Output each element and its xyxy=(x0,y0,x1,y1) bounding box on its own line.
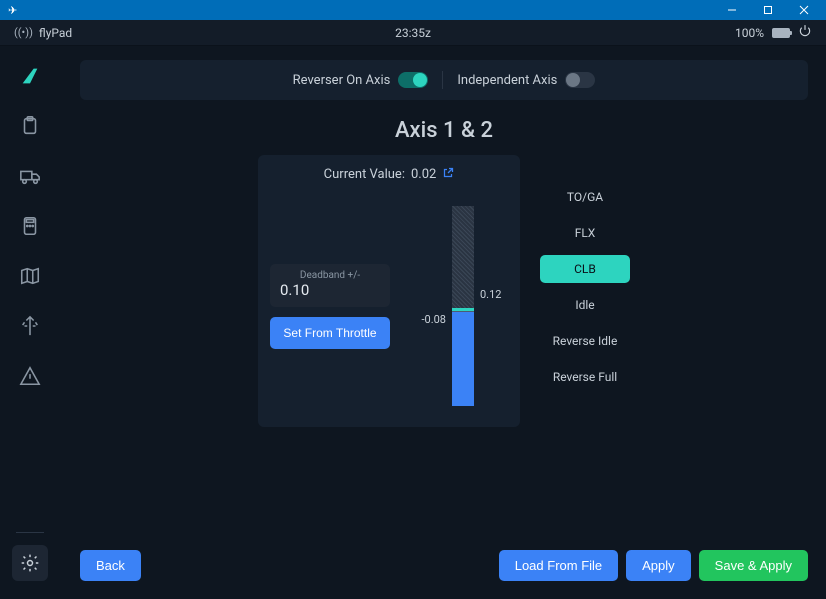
detent-item-to-ga[interactable]: TO/GA xyxy=(540,183,630,211)
apply-button[interactable]: Apply xyxy=(626,550,691,581)
maximize-button[interactable] xyxy=(750,0,786,20)
detent-list: TO/GA FLX CLB Idle Reverse Idle Reverse Full xyxy=(540,155,630,427)
independent-toggle-label: Independent Axis xyxy=(457,73,557,88)
main-content: Reverser On Axis Independent Axis Axis 1… xyxy=(60,46,826,599)
minimize-button[interactable] xyxy=(714,0,750,20)
nav-clipboard-icon[interactable] xyxy=(18,114,42,138)
deadband-value: 0.10 xyxy=(280,281,380,299)
bottom-bar: Back Load From File Apply Save & Apply xyxy=(80,550,808,581)
battery-text: 100% xyxy=(735,26,764,40)
deadband-input[interactable]: Deadband +/- 0.10 xyxy=(270,264,390,307)
back-button[interactable]: Back xyxy=(80,550,141,581)
app-name: flyPad xyxy=(39,26,72,40)
close-button[interactable] xyxy=(786,0,822,20)
nav-atc-icon[interactable] xyxy=(18,314,42,338)
independent-toggle[interactable] xyxy=(565,72,595,88)
page-title: Axis 1 & 2 xyxy=(80,118,808,143)
nav-warning-icon[interactable] xyxy=(18,364,42,388)
settings-button[interactable] xyxy=(12,545,48,581)
battery-icon xyxy=(772,28,790,38)
reverser-toggle[interactable] xyxy=(398,72,428,88)
nav-map-icon[interactable] xyxy=(18,264,42,288)
app-icon: ✈ xyxy=(8,4,17,17)
toggle-separator xyxy=(442,71,443,89)
gauge-lower-tick: -0.08 xyxy=(422,313,447,326)
detent-item-reverse-full[interactable]: Reverse Full xyxy=(540,363,630,391)
gauge-upper-tick: 0.12 xyxy=(480,288,501,301)
detent-item-reverse-idle[interactable]: Reverse Idle xyxy=(540,327,630,355)
set-from-throttle-button[interactable]: Set From Throttle xyxy=(270,317,390,349)
sidebar-divider xyxy=(16,532,44,533)
detent-item-idle[interactable]: Idle xyxy=(540,291,630,319)
sidebar xyxy=(0,46,60,599)
detent-item-clb[interactable]: CLB xyxy=(540,255,630,283)
load-from-file-button[interactable]: Load From File xyxy=(499,550,618,581)
current-value: 0.02 xyxy=(411,167,436,182)
power-icon[interactable] xyxy=(798,24,812,41)
window-titlebar: ✈ xyxy=(0,0,826,20)
flypad-header: ((•)) flyPad 23:35z 100% xyxy=(0,20,826,46)
reverser-toggle-label: Reverser On Axis xyxy=(293,73,391,88)
current-value-label: Current Value: xyxy=(324,167,405,182)
axis-panel: Current Value: 0.02 Deadband +/- 0.10 Se… xyxy=(258,155,520,427)
toggle-bar: Reverser On Axis Independent Axis xyxy=(80,60,808,100)
external-link-icon[interactable] xyxy=(442,167,454,182)
throttle-gauge xyxy=(452,206,474,406)
nav-calculator-icon[interactable] xyxy=(18,214,42,238)
nav-truck-icon[interactable] xyxy=(18,164,42,188)
window-controls xyxy=(714,0,822,20)
signal-icon: ((•)) xyxy=(14,26,33,39)
deadband-label: Deadband +/- xyxy=(280,270,380,281)
save-apply-button[interactable]: Save & Apply xyxy=(699,550,808,581)
header-time: 23:35z xyxy=(395,26,431,40)
nav-logo-icon[interactable] xyxy=(18,64,42,88)
detent-item-flx[interactable]: FLX xyxy=(540,219,630,247)
